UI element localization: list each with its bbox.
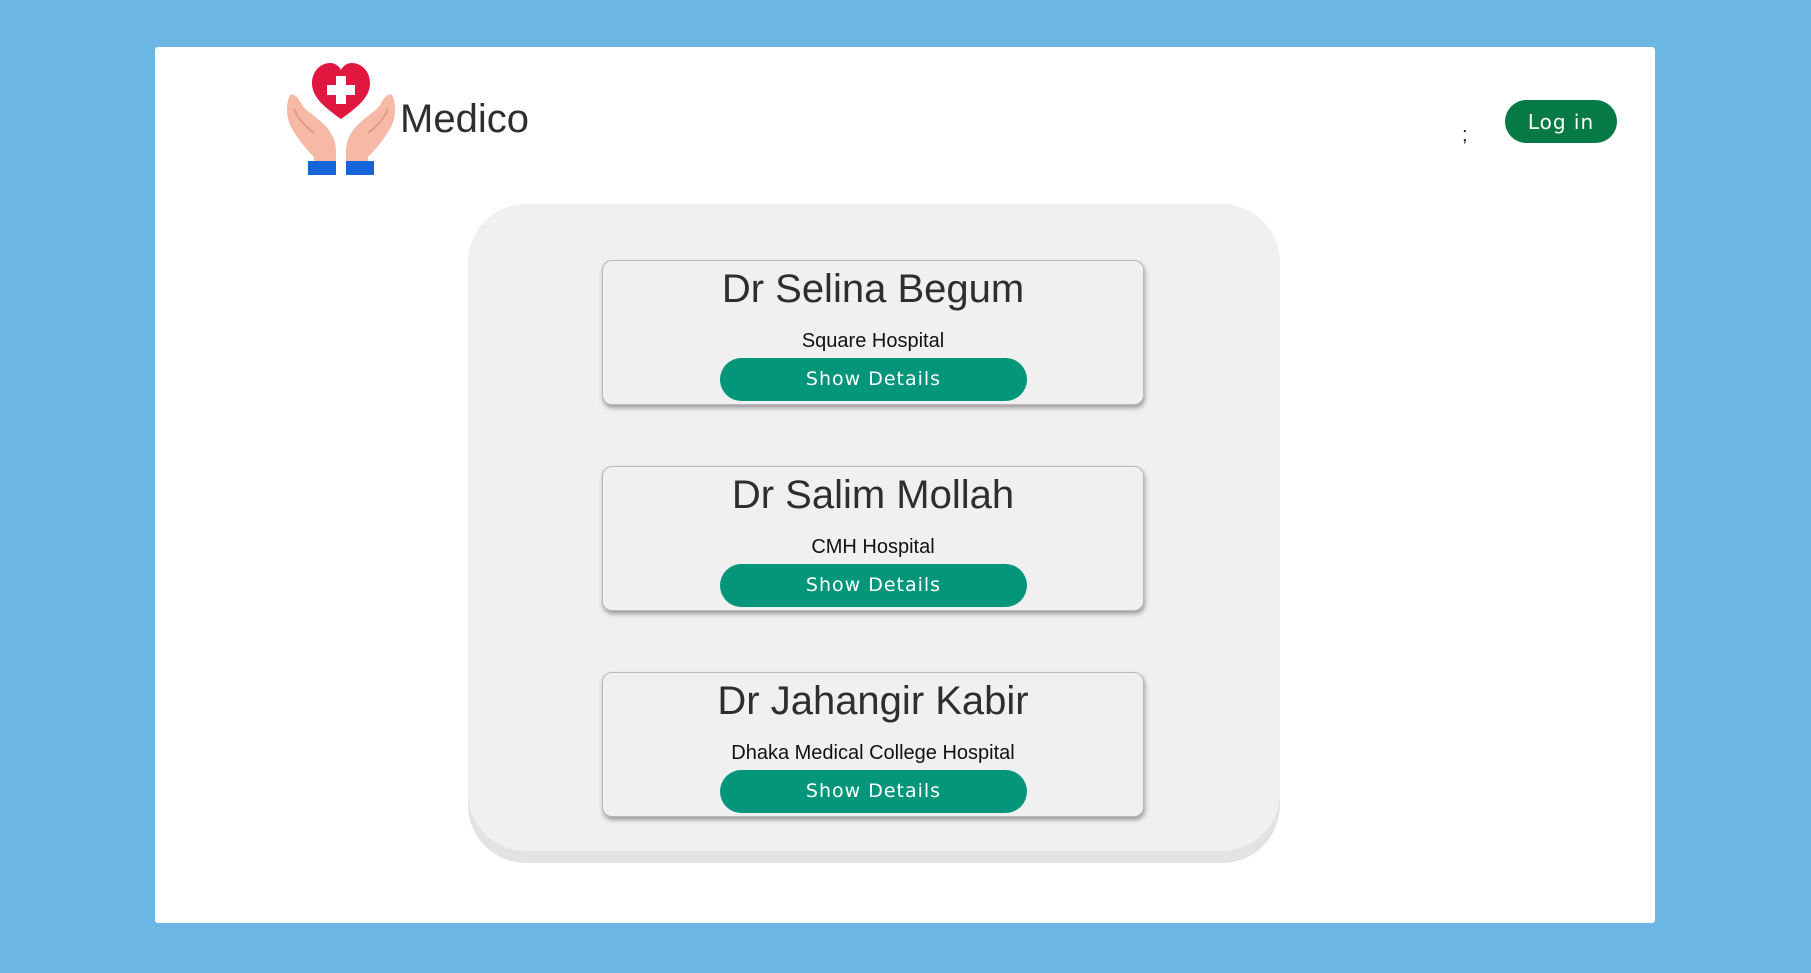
heart-hands-icon bbox=[287, 63, 395, 175]
show-details-button[interactable]: Show Details bbox=[720, 358, 1027, 401]
doctor-hospital: Dhaka Medical College Hospital bbox=[731, 742, 1015, 764]
header: Medico ; Log in bbox=[155, 47, 1655, 187]
main-page: Medico ; Log in Dr Selina Begum Square H… bbox=[155, 47, 1655, 923]
doctor-card: Dr Salim Mollah CMH Hospital Show Detail… bbox=[602, 466, 1144, 611]
login-button[interactable]: Log in bbox=[1505, 100, 1617, 143]
brand[interactable]: Medico bbox=[284, 59, 529, 175]
show-details-button[interactable]: Show Details bbox=[720, 564, 1027, 607]
separator-text: ; bbox=[1462, 124, 1468, 146]
show-details-button[interactable]: Show Details bbox=[720, 770, 1027, 813]
doctor-name: Dr Selina Begum bbox=[721, 267, 1025, 311]
doctor-hospital: CMH Hospital bbox=[811, 536, 935, 558]
doctor-name: Dr Salim Mollah bbox=[731, 473, 1015, 517]
doctor-card: Dr Jahangir Kabir Dhaka Medical College … bbox=[602, 672, 1144, 817]
doctor-hospital: Square Hospital bbox=[801, 330, 945, 352]
brand-name: Medico bbox=[400, 96, 529, 141]
doctor-list-panel: Dr Selina Begum Square Hospital Show Det… bbox=[468, 204, 1280, 851]
doctor-name: Dr Jahangir Kabir bbox=[717, 679, 1029, 723]
doctor-card: Dr Selina Begum Square Hospital Show Det… bbox=[602, 260, 1144, 405]
